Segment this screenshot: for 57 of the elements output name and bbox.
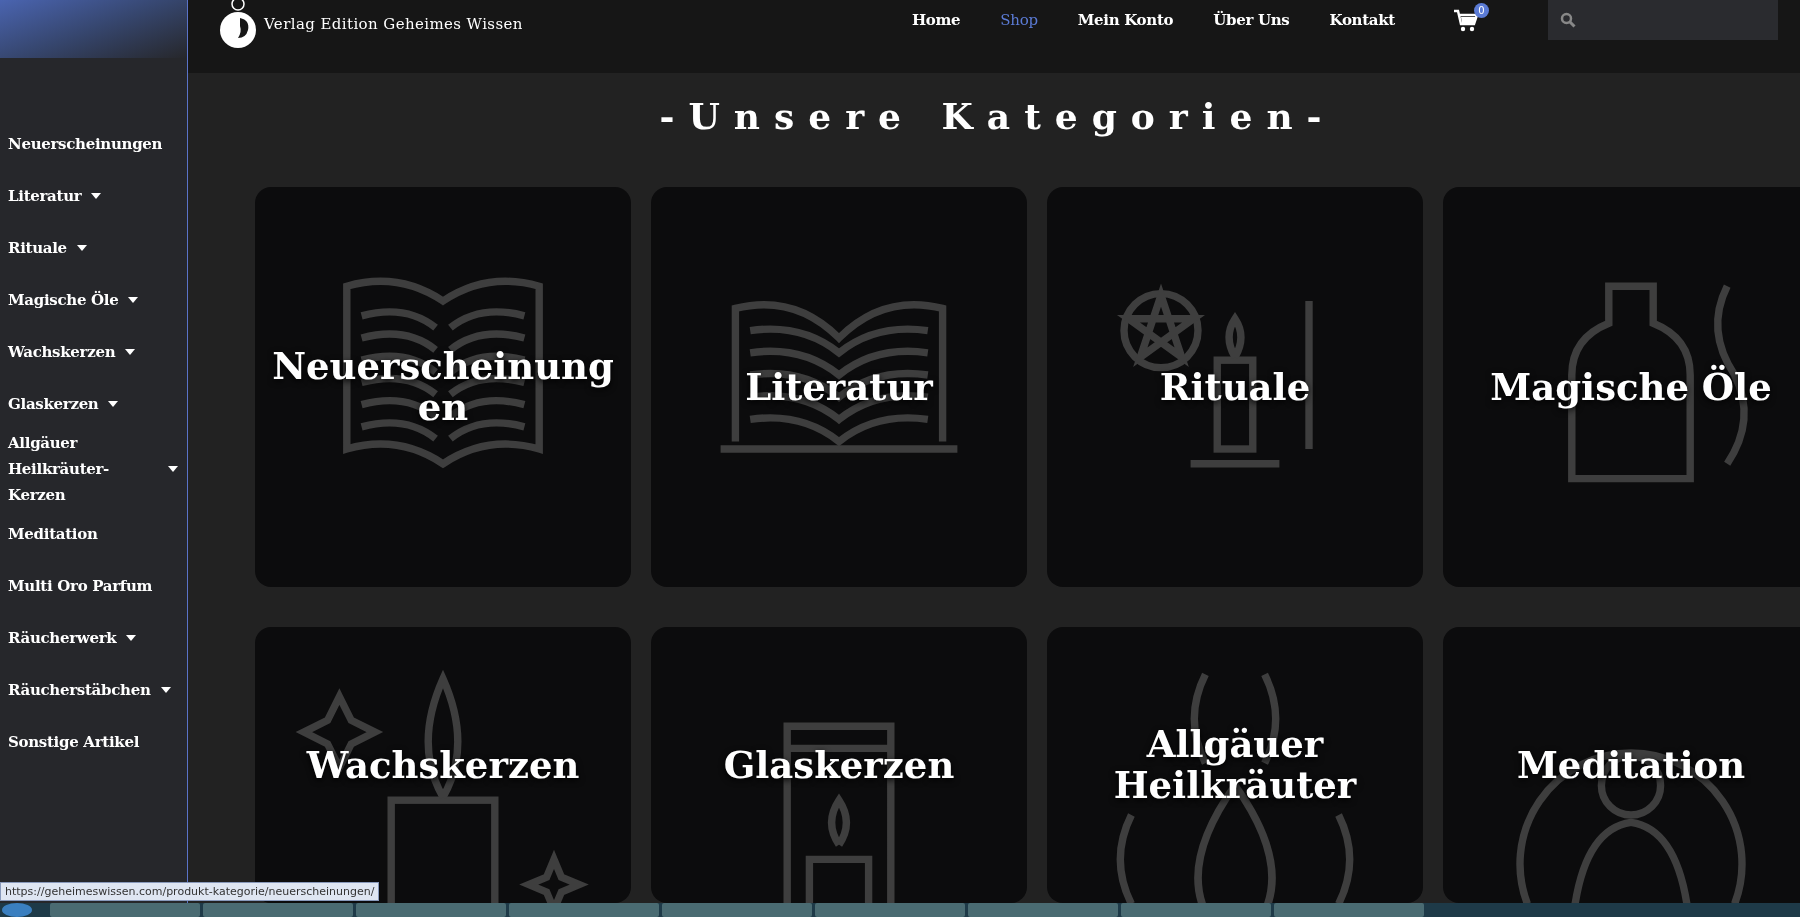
nav-link[interactable]: Shop xyxy=(1000,11,1038,29)
category-title: Neuerscheinungen xyxy=(271,346,615,428)
nav-link[interactable]: Home xyxy=(911,11,961,29)
taskbar-button[interactable] xyxy=(1121,903,1271,917)
start-button[interactable] xyxy=(2,903,32,917)
caret-icon xyxy=(91,193,102,199)
sidebar-item[interactable]: Glaskerzen xyxy=(8,378,187,430)
category-title: Allgäuer Heilkräuter xyxy=(1112,724,1358,806)
taskbar-button[interactable] xyxy=(1274,903,1424,917)
taskbar-button[interactable] xyxy=(662,903,812,917)
cart-icon[interactable] xyxy=(1453,9,1479,33)
sidebar-item[interactable]: Neuerscheinungen xyxy=(8,118,187,170)
taskbar-button[interactable] xyxy=(356,903,506,917)
search-field[interactable] xyxy=(1548,0,1778,40)
caret-icon xyxy=(76,245,87,251)
caret-icon xyxy=(126,635,137,641)
cart-count: 0 xyxy=(1474,3,1489,18)
taskbar-button[interactable] xyxy=(203,903,353,917)
section-heading: -Unsere Kategorien- xyxy=(658,95,1337,137)
caret-icon xyxy=(168,466,178,472)
caret-icon xyxy=(125,349,136,355)
category-card[interactable]: Meditation xyxy=(1443,627,1800,903)
caret-icon xyxy=(128,297,139,303)
category-title: Meditation xyxy=(1516,744,1746,786)
category-title: Wachskerzen xyxy=(306,744,580,786)
nav-link[interactable]: Mein Konto xyxy=(1077,11,1174,29)
sidebar-item[interactable]: Multi Oro Parfum xyxy=(8,560,187,612)
nav-link[interactable]: Kontakt xyxy=(1329,11,1395,29)
taskbar-button[interactable] xyxy=(815,903,965,917)
sidebar-item[interactable]: Magische Öle xyxy=(8,274,187,326)
sidebar-item[interactable]: Meditation xyxy=(8,508,187,560)
search-icon xyxy=(1560,12,1576,28)
caret-icon xyxy=(108,401,119,407)
category-title: Literatur xyxy=(745,366,933,408)
taskbar-button[interactable] xyxy=(50,903,200,917)
status-url-tooltip: https://geheimeswissen.com/produkt-kategorie/neuerscheinungen/ xyxy=(0,882,380,901)
category-card[interactable]: Rituale xyxy=(1047,187,1423,587)
category-title: Glaskerzen xyxy=(723,744,955,786)
category-card[interactable]: Allgäuer Heilkräuter xyxy=(1047,627,1423,903)
sidebar-item[interactable]: Sonstige Artikel xyxy=(8,716,187,768)
caret-icon xyxy=(160,687,171,693)
category-title: Rituale xyxy=(1159,366,1311,408)
category-title: Magische Öle xyxy=(1490,366,1772,408)
sidebar-item[interactable]: Literatur xyxy=(8,170,187,222)
category-card[interactable]: Magische Öle xyxy=(1443,187,1800,587)
sidebar-item[interactable]: Rituale xyxy=(8,222,187,274)
taskbar-button[interactable] xyxy=(968,903,1118,917)
nav-link[interactable]: Über Uns xyxy=(1213,11,1290,29)
sidebar-item[interactable]: Räucherwerk xyxy=(8,612,187,664)
sidebar-item[interactable]: Wachskerzen xyxy=(8,326,187,378)
sidebar-item[interactable]: Räucherstäbchen xyxy=(8,664,187,716)
category-card[interactable]: Literatur xyxy=(651,187,1027,587)
sidebar-item[interactable]: Allgäuer Heilkräuter-Kerzen xyxy=(8,430,187,508)
taskbar-button[interactable] xyxy=(509,903,659,917)
category-card[interactable]: Glaskerzen xyxy=(651,627,1027,903)
brand-name[interactable]: Verlag Edition Geheimes Wissen xyxy=(264,15,523,33)
category-card[interactable]: Neuerscheinungen xyxy=(255,187,631,587)
